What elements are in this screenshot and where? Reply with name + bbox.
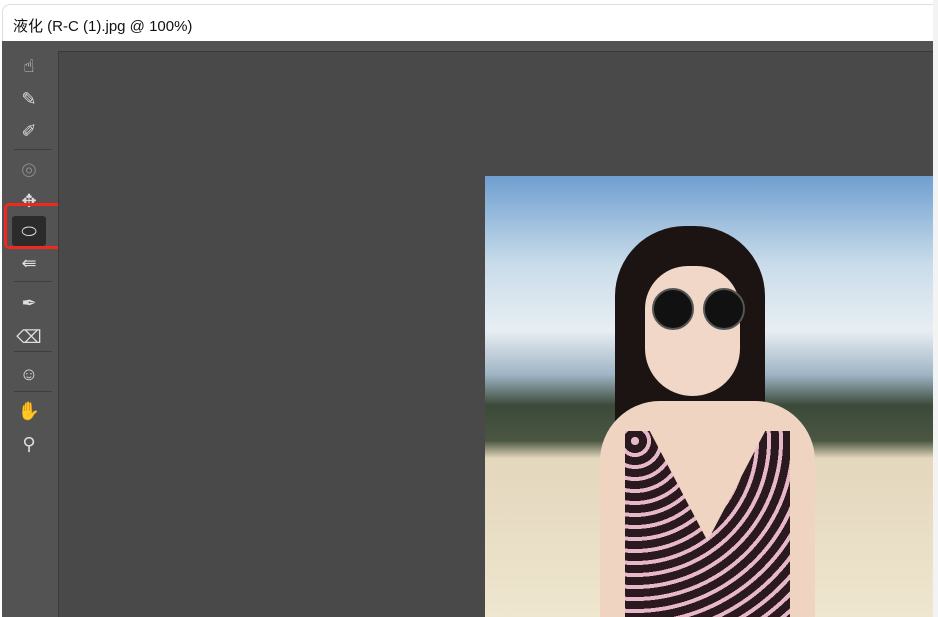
thaw-mask-tool-icon[interactable]: ⌫	[12, 322, 46, 352]
divider	[14, 149, 52, 150]
hand-tool-icon[interactable]: ✋	[12, 396, 46, 426]
push-left-tool-icon[interactable]: ⇚	[12, 248, 46, 278]
twirl-tool-icon[interactable]: ◎	[12, 154, 46, 184]
reconstruct-tool-icon[interactable]: ✎	[12, 84, 46, 114]
face	[645, 266, 740, 396]
photo-image[interactable]	[485, 176, 933, 617]
smooth-tool-icon[interactable]: ✐	[12, 116, 46, 146]
sunglasses-lens-left	[652, 288, 694, 330]
freeze-mask-tool-icon[interactable]: ✒	[12, 288, 46, 318]
liquify-dialog: ☝ ✎ ✐ ◎ ✥ ⬭ ⇚ ✒ ⌫ ☺ ✋ ⚲	[2, 41, 933, 617]
divider	[14, 281, 52, 282]
window-edge	[933, 0, 938, 617]
zoom-tool-icon[interactable]: ⚲	[12, 429, 46, 459]
divider	[14, 391, 52, 392]
tool-panel: ☝ ✎ ✐ ◎ ✥ ⬭ ⇚ ✒ ⌫ ☺ ✋ ⚲	[2, 41, 58, 617]
title-bar: 液化 (R-C (1).jpg @ 100%)	[2, 4, 938, 42]
face-tool-icon[interactable]: ☺	[12, 359, 46, 389]
window-title: 液化 (R-C (1).jpg @ 100%)	[13, 18, 193, 35]
sunglasses-lens-right	[703, 288, 745, 330]
divider	[14, 351, 52, 352]
forward-warp-tool-icon[interactable]: ☝	[12, 51, 46, 81]
